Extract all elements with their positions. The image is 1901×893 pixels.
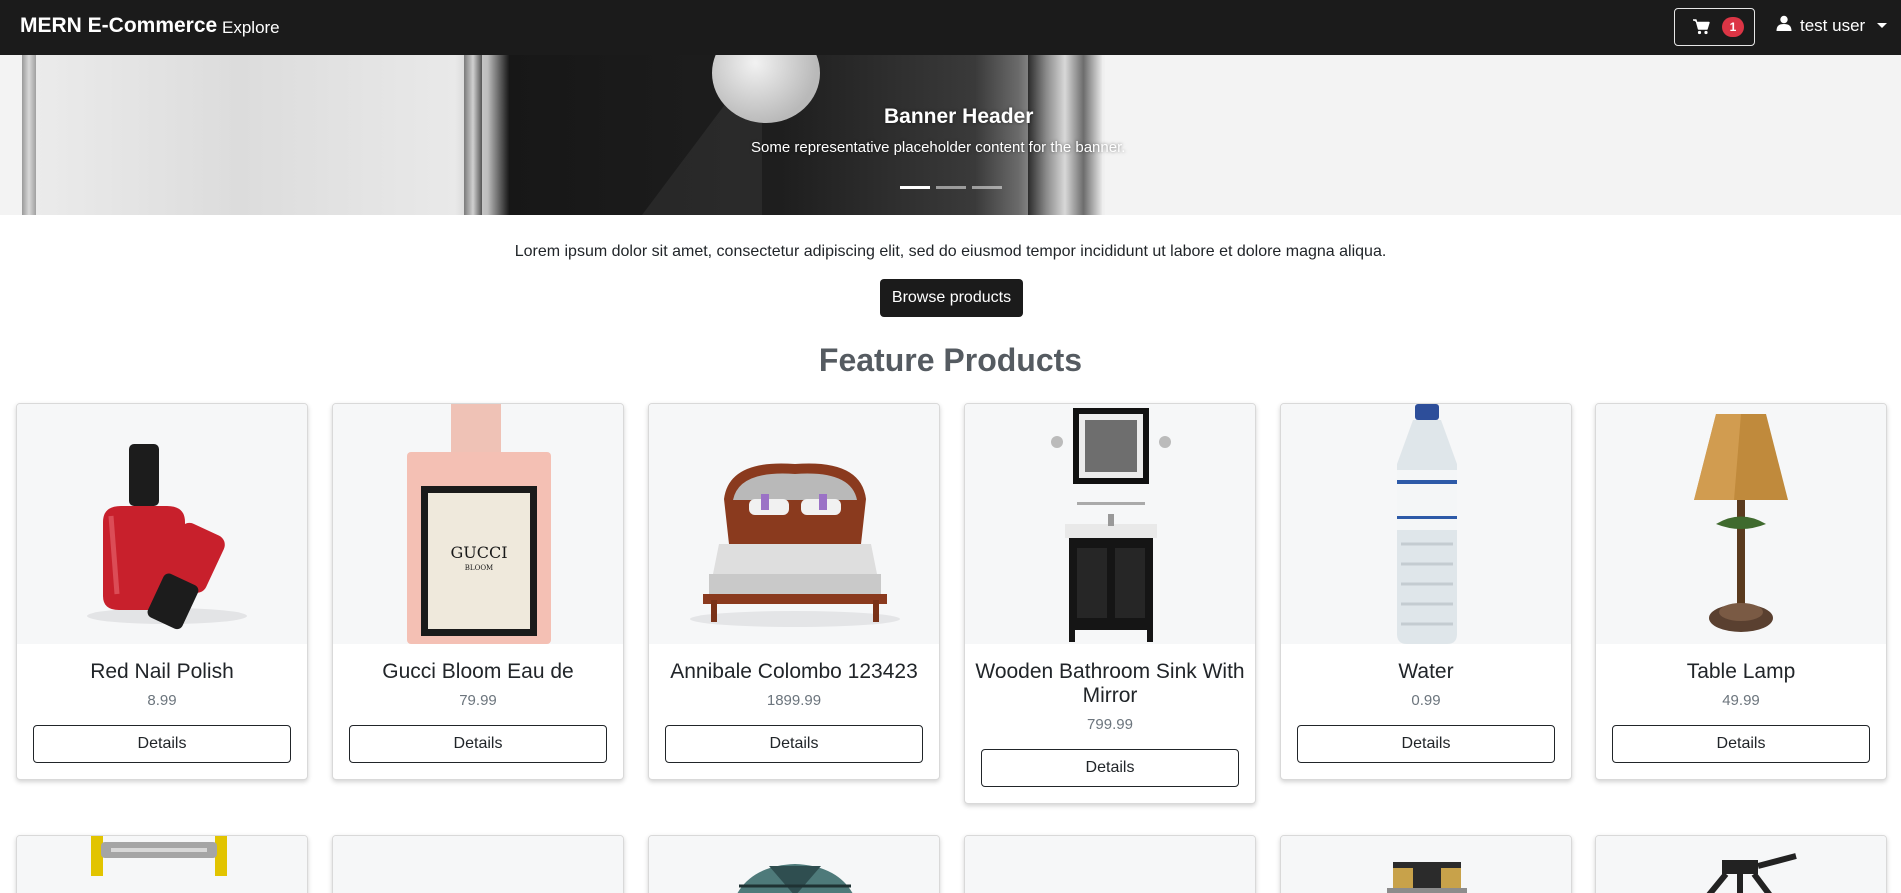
- product-price: 799.99: [1087, 716, 1133, 733]
- cart-icon: [1692, 19, 1710, 35]
- svg-text:BLOOM: BLOOM: [465, 564, 493, 572]
- phone-case-image: [462, 55, 1102, 215]
- product-name: Wooden Bathroom Sink With Mirror: [975, 660, 1245, 707]
- product-image: [1281, 836, 1571, 893]
- product-image: [17, 404, 307, 644]
- product-card: Red Nail Polish 8.99 Details: [16, 403, 308, 780]
- product-image: [965, 404, 1255, 644]
- product-name: Gucci Bloom Eau de: [382, 660, 574, 683]
- product-price: 49.99: [1722, 692, 1760, 709]
- product-card: GUCCI BLOOM Gucci Bloom Eau de 79.99 Det…: [332, 403, 624, 780]
- banner-text: Some representative placeholder content …: [751, 139, 1126, 156]
- product-price: 79.99: [459, 692, 497, 709]
- product-card: [16, 835, 308, 893]
- product-image: [1596, 404, 1886, 644]
- product-name: Annibale Colombo 123423: [670, 660, 918, 683]
- product-card: [1595, 835, 1887, 893]
- product-image: [965, 836, 1255, 893]
- svg-text:GUCCI: GUCCI: [450, 543, 507, 562]
- intro-text: Lorem ipsum dolor sit amet, consectetur …: [514, 243, 1387, 260]
- carousel-indicators: [900, 186, 1002, 189]
- chevron-down-icon: [1877, 23, 1888, 28]
- product-price: 0.99: [1411, 692, 1441, 709]
- carousel-indicator-3[interactable]: [972, 186, 1002, 189]
- details-button[interactable]: Details: [33, 725, 291, 763]
- product-image: [1596, 836, 1886, 893]
- details-button[interactable]: Details: [665, 725, 923, 763]
- product-card: Annibale Colombo 123423 1899.99 Details: [648, 403, 940, 780]
- section-title: Feature Products: [818, 342, 1083, 378]
- product-card: [648, 835, 940, 893]
- banner-title: Banner Header: [884, 105, 1034, 128]
- product-image: GUCCI BLOOM: [333, 404, 623, 644]
- banner-image: [22, 55, 1105, 215]
- product-image: [1281, 404, 1571, 644]
- nav-explore-link[interactable]: Explore: [222, 18, 280, 38]
- product-card: Water 0.99 Details: [1280, 403, 1572, 780]
- product-name: Water: [1398, 660, 1454, 683]
- product-image: [649, 404, 939, 644]
- product-price: 1899.99: [766, 692, 822, 709]
- carousel-indicator-2[interactable]: [936, 186, 966, 189]
- navbar: MERN E-Commerce Explore 1 test user: [0, 0, 1901, 55]
- product-card: Table Lamp 49.99 Details: [1595, 403, 1887, 780]
- carousel-indicator-1[interactable]: [900, 186, 930, 189]
- details-button[interactable]: Details: [981, 749, 1239, 787]
- product-image: [333, 836, 623, 893]
- product-card: [332, 835, 624, 893]
- product-card: [1280, 835, 1572, 893]
- details-button[interactable]: Details: [1297, 725, 1555, 763]
- user-icon: [1776, 15, 1792, 36]
- product-image: [649, 836, 939, 893]
- product-name: Red Nail Polish: [90, 660, 234, 683]
- phone-case-edge: [22, 55, 36, 215]
- product-card: Wooden Bathroom Sink With Mirror 799.99 …: [964, 403, 1256, 804]
- cart-count-badge: 1: [1722, 17, 1744, 37]
- banner-carousel: Banner Header Some representative placeh…: [0, 55, 1901, 215]
- user-name: test user: [1800, 15, 1866, 35]
- product-price: 8.99: [147, 692, 177, 709]
- cart-button[interactable]: 1: [1674, 8, 1755, 46]
- product-card: [964, 835, 1256, 893]
- product-image: [17, 836, 307, 893]
- details-button[interactable]: Details: [1612, 725, 1870, 763]
- user-menu-dropdown[interactable]: test user: [1776, 15, 1888, 36]
- brand-link[interactable]: MERN E-Commerce: [20, 14, 217, 38]
- browse-products-button[interactable]: Browse products: [880, 279, 1023, 317]
- details-button[interactable]: Details: [349, 725, 607, 763]
- product-name: Table Lamp: [1686, 660, 1796, 683]
